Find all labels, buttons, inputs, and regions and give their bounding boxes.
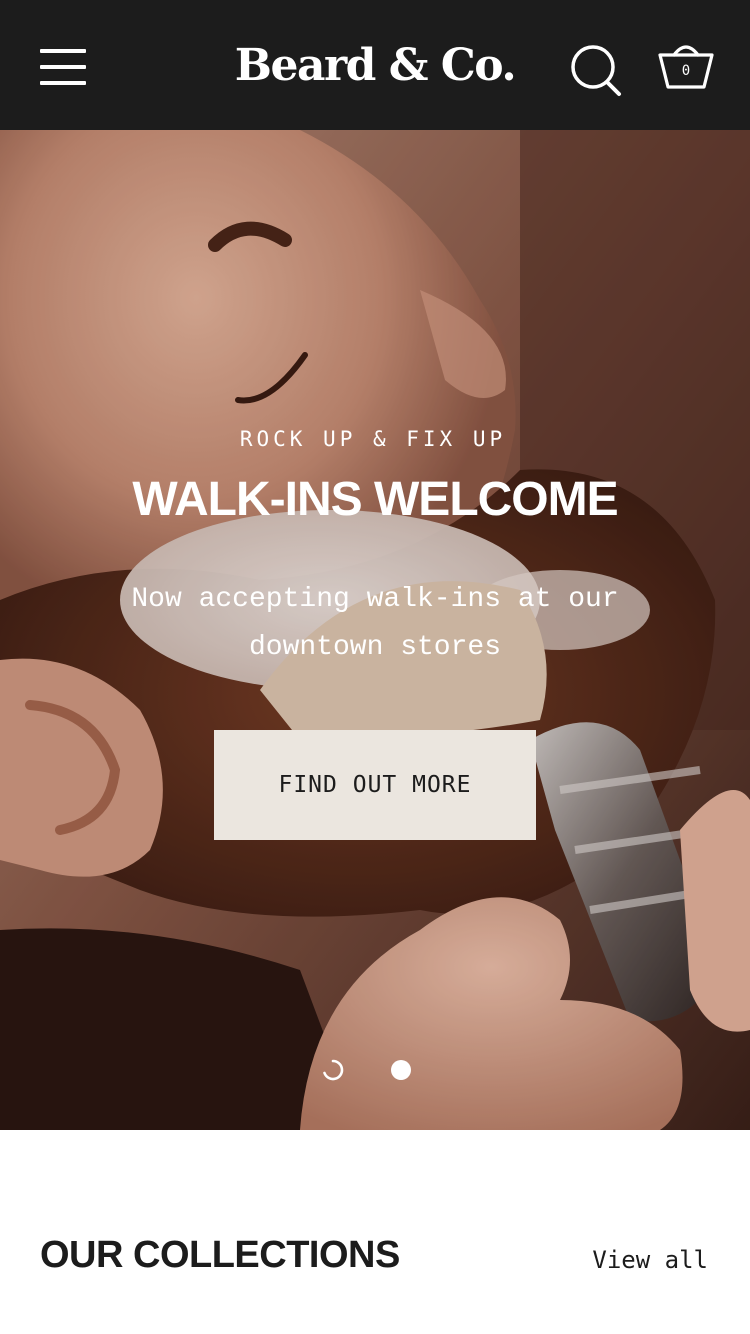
slide-dot-2-active[interactable] bbox=[390, 1059, 412, 1081]
search-icon-graphic bbox=[571, 45, 621, 96]
search-icon[interactable] bbox=[568, 42, 624, 98]
hero-eyebrow-text: ROCK UP & FIX UP bbox=[239, 427, 507, 451]
hero-title: WALK-INS WELCOME bbox=[132, 473, 618, 526]
menu-bar-bottom bbox=[40, 81, 86, 85]
top-header: Beard & Co. 0 bbox=[0, 0, 750, 130]
slide-dot-1[interactable] bbox=[322, 1059, 344, 1081]
collections-heading: OUR COLLECTIONS bbox=[40, 1234, 400, 1276]
view-all-link[interactable]: View all bbox=[560, 1244, 708, 1276]
brand-logo[interactable]: Beard & Co. bbox=[200, 36, 550, 96]
menu-bar-middle bbox=[40, 65, 86, 69]
hero-subtitle: Now accepting walk-ins at our downtown s… bbox=[131, 584, 619, 663]
basket-icon[interactable]: 0 bbox=[655, 37, 717, 95]
menu-bar-top bbox=[40, 49, 86, 53]
loading-ring-icon bbox=[323, 1059, 344, 1081]
slideshow-pagination bbox=[315, 1055, 435, 1085]
filled-dot-icon bbox=[391, 1060, 411, 1080]
find-out-more-button[interactable]: FIND OUT MORE bbox=[214, 730, 536, 840]
hamburger-menu-icon[interactable] bbox=[40, 49, 86, 87]
hero-slideshow: ROCK UP & FIX UP WALK-INS WELCOME Now ac… bbox=[0, 130, 750, 1130]
cart-count-badge: 0 bbox=[681, 63, 691, 79]
